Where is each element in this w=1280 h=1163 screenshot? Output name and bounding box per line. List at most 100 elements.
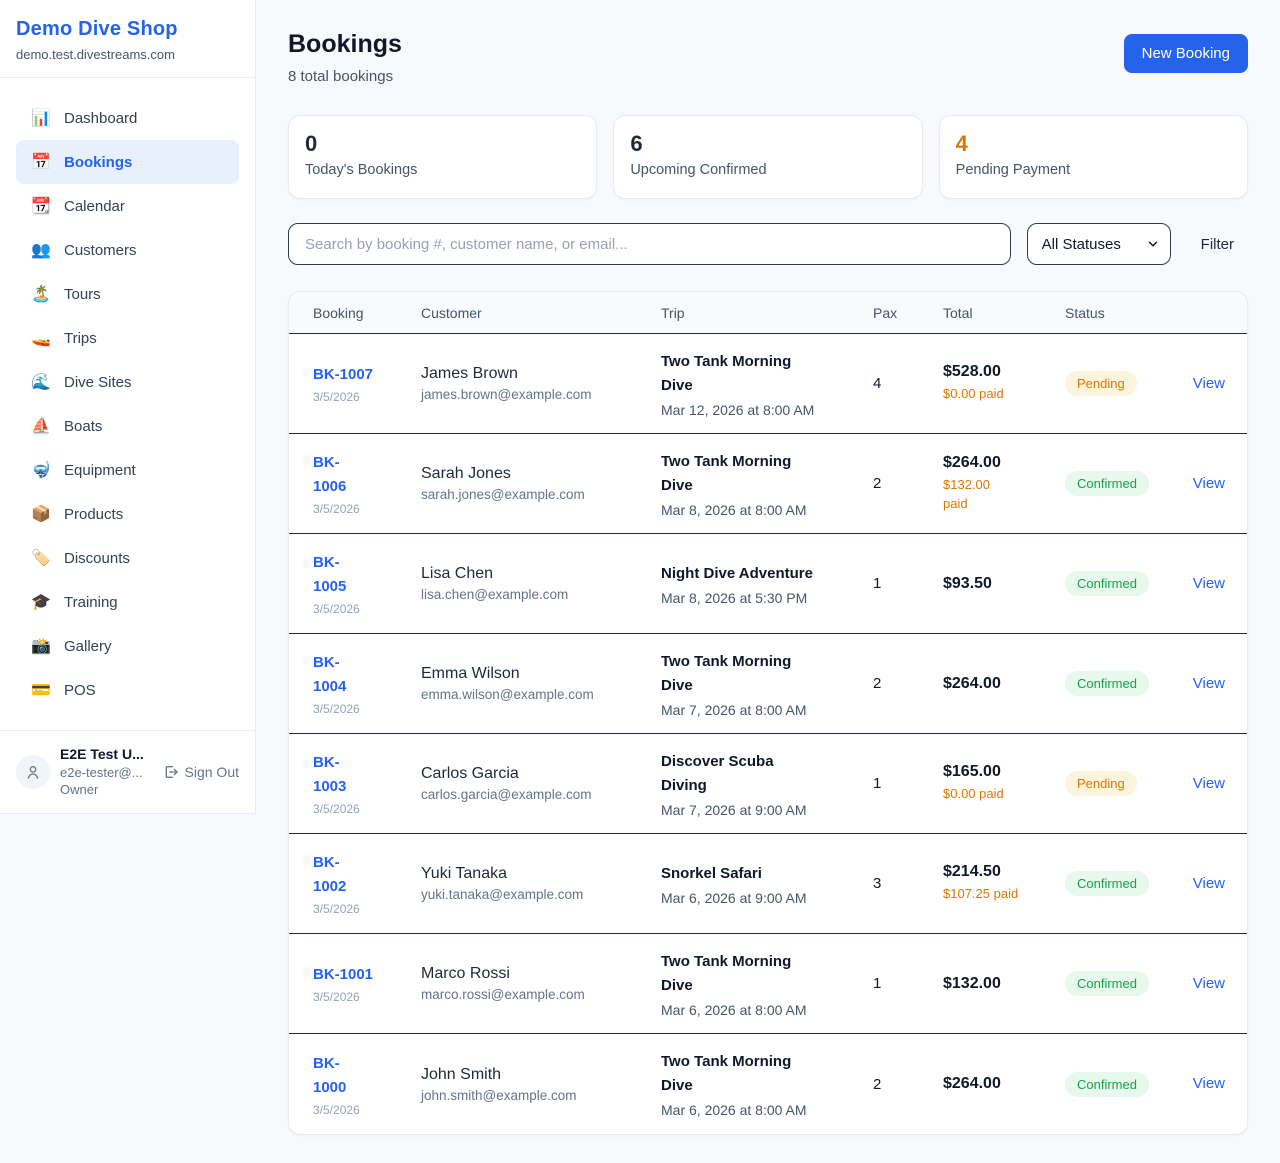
pax-cell: 1 bbox=[865, 961, 935, 1006]
sidebar-item-icon: ⛵ bbox=[30, 416, 52, 436]
view-link[interactable]: View bbox=[1193, 675, 1225, 692]
filter-button[interactable]: Filter bbox=[1187, 236, 1248, 253]
table-row: BK- 1005 3/5/2026 Lisa Chen lisa.chen@ex… bbox=[289, 534, 1247, 634]
table-row: BK- 1000 3/5/2026 John Smith john.smith@… bbox=[289, 1034, 1247, 1134]
view-link[interactable]: View bbox=[1193, 975, 1225, 992]
stat-value: 6 bbox=[630, 131, 905, 157]
sidebar-item-label: Trips bbox=[64, 330, 97, 347]
trip-datetime: Mar 7, 2026 at 9:00 AM bbox=[661, 802, 859, 818]
sidebar-item-label: Tours bbox=[64, 286, 101, 303]
sidebar-item-icon: 📦 bbox=[30, 504, 52, 524]
sidebar-item-label: Discounts bbox=[64, 550, 130, 567]
paid-amount: $107.25 paid bbox=[943, 885, 1051, 903]
status-cell: Pending bbox=[1057, 757, 1175, 810]
sidebar-item-icon: 📅 bbox=[30, 152, 52, 172]
status-cell: Confirmed bbox=[1057, 857, 1175, 910]
status-cell: Confirmed bbox=[1057, 457, 1175, 510]
total-amount: $264.00 bbox=[943, 675, 1051, 693]
total-cell: $528.00 $0.00 paid bbox=[935, 349, 1057, 417]
sidebar-item-pos[interactable]: 💳 POS bbox=[16, 668, 239, 712]
sidebar-nav: 📊 Dashboard 📅 Bookings 📆 Calendar 👥 Cust… bbox=[0, 78, 255, 712]
view-link[interactable]: View bbox=[1193, 1075, 1225, 1092]
actions-cell: View bbox=[1175, 361, 1231, 407]
sidebar-item-label: Boats bbox=[64, 418, 102, 435]
stat-value: 4 bbox=[956, 131, 1231, 157]
bookings-count: 8 total bookings bbox=[288, 68, 402, 85]
trip-cell: Two Tank Morning Dive Mar 8, 2026 at 8:0… bbox=[653, 436, 865, 532]
sidebar-item-dashboard[interactable]: 📊 Dashboard bbox=[16, 96, 239, 140]
sign-out-button[interactable]: Sign Out bbox=[163, 764, 239, 780]
booking-cell: BK- 1006 3/5/2026 bbox=[305, 437, 413, 530]
total-amount: $528.00 bbox=[943, 363, 1051, 381]
table-row: BK- 1004 3/5/2026 Emma Wilson emma.wilso… bbox=[289, 634, 1247, 734]
paid-amount: $132.00 paid bbox=[943, 476, 1051, 512]
sidebar-item-icon: 🌊 bbox=[30, 372, 52, 392]
sidebar-item-equipment[interactable]: 🤿 Equipment bbox=[16, 448, 239, 492]
booking-date: 3/5/2026 bbox=[313, 1103, 407, 1117]
sidebar-item-discounts[interactable]: 🏷️ Discounts bbox=[16, 536, 239, 580]
status-select[interactable]: All Statuses bbox=[1027, 223, 1171, 265]
stat-label: Pending Payment bbox=[956, 162, 1231, 178]
actions-cell: View bbox=[1175, 561, 1231, 607]
sidebar-item-gallery[interactable]: 📸 Gallery bbox=[16, 624, 239, 668]
booking-date: 3/5/2026 bbox=[313, 602, 407, 616]
status-select-wrap: All Statuses bbox=[1027, 223, 1171, 265]
customer-cell: Lisa Chen lisa.chen@example.com bbox=[413, 551, 653, 616]
actions-cell: View bbox=[1175, 661, 1231, 707]
sidebar-item-boats[interactable]: ⛵ Boats bbox=[16, 404, 239, 448]
sidebar-item-customers[interactable]: 👥 Customers bbox=[16, 228, 239, 272]
customer-cell: Sarah Jones sarah.jones@example.com bbox=[413, 451, 653, 516]
sidebar-item-calendar[interactable]: 📆 Calendar bbox=[16, 184, 239, 228]
booking-date: 3/5/2026 bbox=[313, 702, 407, 716]
booking-id-link[interactable]: BK- 1004 bbox=[313, 651, 407, 699]
total-cell: $132.00 bbox=[935, 961, 1057, 1007]
status-badge: Pending bbox=[1065, 371, 1137, 396]
booking-id-link[interactable]: BK- 1000 bbox=[313, 1052, 407, 1100]
sidebar-item-tours[interactable]: 🏝️ Tours bbox=[16, 272, 239, 316]
sidebar-item-products[interactable]: 📦 Products bbox=[16, 492, 239, 536]
customer-cell: James Brown james.brown@example.com bbox=[413, 351, 653, 416]
col-header-booking: Booking bbox=[305, 305, 413, 321]
view-link[interactable]: View bbox=[1193, 475, 1225, 492]
view-link[interactable]: View bbox=[1193, 375, 1225, 392]
sidebar-item-icon: 📸 bbox=[30, 636, 52, 656]
customer-name: Sarah Jones bbox=[421, 465, 647, 483]
app-layout: Demo Dive Shop demo.test.divestreams.com… bbox=[0, 0, 1280, 1163]
actions-cell: View bbox=[1175, 861, 1231, 907]
new-booking-button[interactable]: New Booking bbox=[1124, 34, 1248, 73]
booking-id-link[interactable]: BK-1001 bbox=[313, 963, 407, 987]
search-input[interactable] bbox=[288, 223, 1011, 265]
col-header-status: Status bbox=[1057, 305, 1175, 321]
booking-id-link[interactable]: BK- 1006 bbox=[313, 451, 407, 499]
booking-id-link[interactable]: BK- 1002 bbox=[313, 851, 407, 899]
customer-cell: Yuki Tanaka yuki.tanaka@example.com bbox=[413, 851, 653, 916]
booking-id-link[interactable]: BK-1007 bbox=[313, 363, 407, 387]
stat-card: 0 Today's Bookings bbox=[288, 115, 597, 199]
view-link[interactable]: View bbox=[1193, 875, 1225, 892]
trip-cell: Discover Scuba Diving Mar 7, 2026 at 9:0… bbox=[653, 736, 865, 832]
sidebar-item-bookings[interactable]: 📅 Bookings bbox=[16, 140, 239, 184]
customer-email: james.brown@example.com bbox=[421, 387, 647, 402]
paid-amount: $0.00 paid bbox=[943, 385, 1051, 403]
trip-cell: Snorkel Safari Mar 6, 2026 at 9:00 AM bbox=[653, 848, 865, 920]
sidebar: Demo Dive Shop demo.test.divestreams.com… bbox=[0, 0, 256, 814]
table-row: BK- 1003 3/5/2026 Carlos Garcia carlos.g… bbox=[289, 734, 1247, 834]
main-content: Bookings 8 total bookings New Booking 0 … bbox=[256, 0, 1280, 1163]
trip-cell: Two Tank Morning Dive Mar 7, 2026 at 8:0… bbox=[653, 636, 865, 732]
booking-id-link[interactable]: BK- 1005 bbox=[313, 551, 407, 599]
view-link[interactable]: View bbox=[1193, 775, 1225, 792]
sidebar-item-icon: 💳 bbox=[30, 680, 52, 700]
sidebar-item-training[interactable]: 🎓 Training bbox=[16, 580, 239, 624]
shop-name: Demo Dive Shop bbox=[16, 18, 239, 41]
view-link[interactable]: View bbox=[1193, 575, 1225, 592]
booking-id-link[interactable]: BK- 1003 bbox=[313, 751, 407, 799]
status-cell: Confirmed bbox=[1057, 957, 1175, 1010]
sidebar-item-dive-sites[interactable]: 🌊 Dive Sites bbox=[16, 360, 239, 404]
trip-name: Two Tank Morning Dive bbox=[661, 450, 859, 498]
sidebar-item-label: Gallery bbox=[64, 638, 112, 655]
trip-datetime: Mar 8, 2026 at 8:00 AM bbox=[661, 502, 859, 518]
trip-datetime: Mar 6, 2026 at 9:00 AM bbox=[661, 890, 859, 906]
sidebar-item-trips[interactable]: 🚤 Trips bbox=[16, 316, 239, 360]
actions-cell: View bbox=[1175, 1061, 1231, 1107]
sidebar-item-label: Equipment bbox=[64, 462, 136, 479]
